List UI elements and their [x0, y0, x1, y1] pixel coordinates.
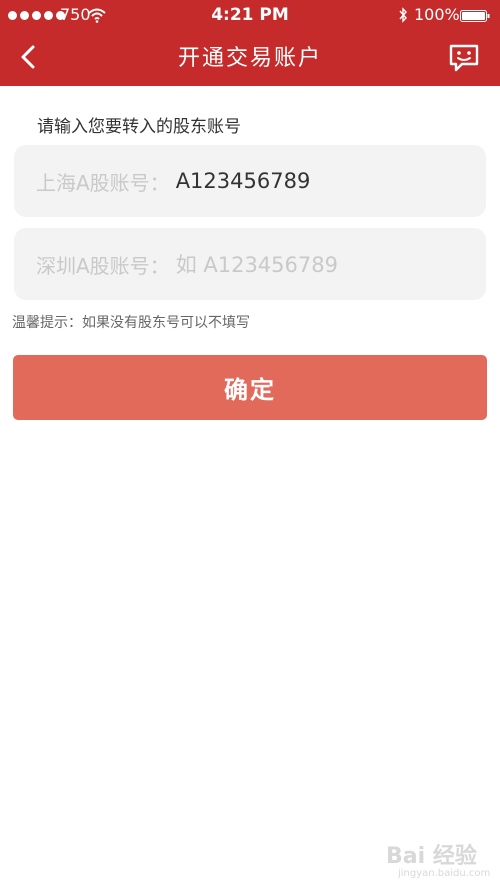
chat-icon[interactable]: [448, 42, 480, 74]
bluetooth-icon: [399, 7, 407, 23]
page-title: 开通交易账户: [177, 46, 322, 71]
watermark-sub-text: jingyan.baidu.com: [398, 868, 491, 879]
header: 750 4:21 PM 100% 开通交易账户: [0, 0, 500, 86]
app-screen: 750 4:21 PM 100% 开通交易账户 请输入您要转入的股东账号 上海A…: [0, 0, 500, 890]
shanghai-account-field[interactable]: 上海A股账号： A123456789: [14, 145, 486, 217]
nav-bar: 开通交易账户: [0, 30, 500, 86]
battery-icon: [460, 10, 490, 22]
shenzhen-account-label: 深圳A股账号：: [36, 253, 170, 278]
confirm-button[interactable]: 确定: [13, 355, 487, 420]
shenzhen-account-input[interactable]: 如 A123456789: [176, 249, 338, 279]
battery-percentage: 100%: [414, 5, 460, 24]
shanghai-account-label: 上海A股账号：: [36, 170, 170, 195]
shanghai-account-input[interactable]: A123456789: [176, 169, 311, 193]
hint-text: 温馨提示：如果没有股东号可以不填写: [12, 315, 250, 331]
shenzhen-account-field[interactable]: 深圳A股账号： 如 A123456789: [14, 228, 486, 300]
watermark-main-text: Bai 经验: [386, 844, 477, 869]
status-bar: 750 4:21 PM 100%: [0, 0, 500, 30]
section-label: 请输入您要转入的股东账号: [37, 117, 241, 137]
watermark-logo: Bai 经验 jingyan.baidu.com: [386, 836, 490, 884]
